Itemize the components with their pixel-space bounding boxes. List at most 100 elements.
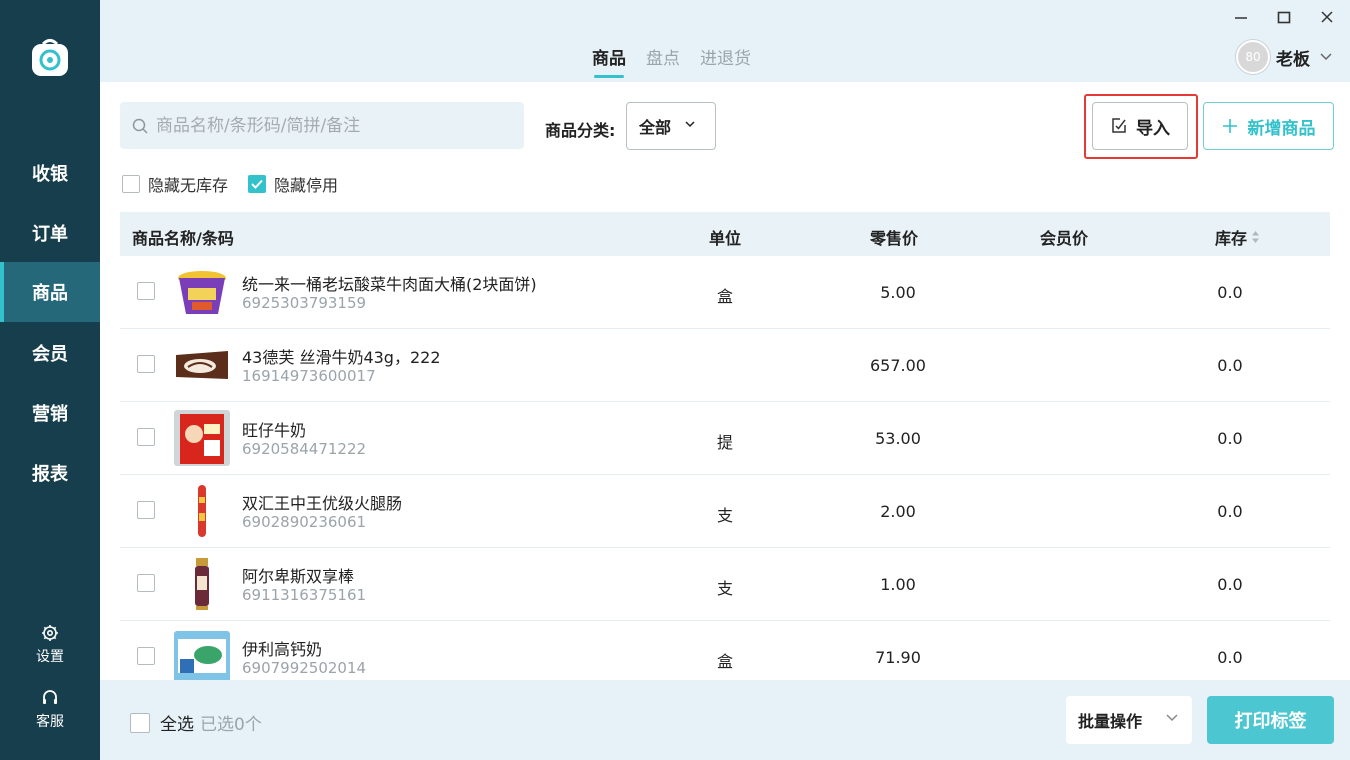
product-stock: 0.0 <box>1217 502 1243 521</box>
sidebar-item-orders[interactable]: 订单 <box>0 203 100 263</box>
sidebar-item-reports[interactable]: 报表 <box>0 443 100 503</box>
hide-no-stock-filter[interactable]: 隐藏无库存 <box>122 172 228 196</box>
sausage-icon <box>198 485 206 537</box>
table-row[interactable]: 统一来一桶老坛酸菜牛肉面大桶(2块面饼) 6925303793159 盒 5.0… <box>120 256 1330 329</box>
sidebar-item-members[interactable]: 会员 <box>0 323 100 383</box>
product-unit: 支 <box>716 506 733 525</box>
row-checkbox[interactable] <box>137 574 155 592</box>
col-retail-header: 零售价 <box>870 229 919 248</box>
select-all-toggle[interactable]: 全选 已选0个 <box>130 710 262 735</box>
hide-disabled-label: 隐藏停用 <box>274 176 339 195</box>
product-barcode: 16914973600017 <box>242 367 376 385</box>
product-unit: 盒 <box>716 652 733 671</box>
plus-icon <box>1222 119 1237 133</box>
tab-inventory-check[interactable]: 盘点 <box>646 44 680 69</box>
hide-no-stock-label: 隐藏无库存 <box>148 176 229 195</box>
product-stock: 0.0 <box>1217 356 1243 375</box>
avatar: 80 <box>1236 40 1270 74</box>
candy-stick-icon <box>195 558 209 610</box>
close-icon <box>1321 11 1333 23</box>
top-header: 商品 盘点 进退货 80 老板 <box>100 0 1350 82</box>
product-unit: 提 <box>716 433 733 452</box>
chevron-down-icon <box>1166 714 1178 722</box>
table-row[interactable]: 阿尔卑斯双享棒 6911316375161 支 1.00 0.0 <box>120 548 1330 621</box>
module-tabs: 商品 盘点 进退货 <box>592 44 751 78</box>
bottom-action-bar: 全选 已选0个 批量操作 打印标签 <box>100 680 1350 760</box>
maximize-icon <box>1277 11 1291 24</box>
hide-disabled-checkbox[interactable] <box>248 175 267 193</box>
sidebar-item-products[interactable]: 商品 <box>0 262 100 322</box>
product-retail-price: 71.90 <box>875 648 921 667</box>
product-thumbnail <box>174 264 230 320</box>
app-logo-icon <box>28 34 72 78</box>
product-thumbnail <box>174 337 230 393</box>
customer-service-button[interactable]: 客服 <box>0 689 100 731</box>
product-barcode: 6920584471222 <box>242 440 367 458</box>
print-labels-button[interactable]: 打印标签 <box>1207 696 1334 744</box>
settings-button[interactable]: 设置 <box>0 624 100 666</box>
add-product-button[interactable]: 新增商品 <box>1203 102 1334 150</box>
row-checkbox[interactable] <box>137 501 155 519</box>
product-stock: 0.0 <box>1217 429 1243 448</box>
noodle-cup-icon <box>178 271 226 314</box>
user-name: 老板 <box>1276 49 1310 70</box>
select-all-label: 全选 <box>160 715 194 735</box>
product-barcode: 6902890236061 <box>242 513 367 531</box>
sidebar: 收银 订单 商品 会员 营销 报表 设置 客服 <box>0 0 100 760</box>
product-stock: 0.0 <box>1217 283 1243 302</box>
sidebar-item-marketing[interactable]: 营销 <box>0 383 100 443</box>
search-input[interactable] <box>156 115 506 136</box>
product-barcode: 6925303793159 <box>242 294 367 312</box>
table-row[interactable]: 双汇王中王优级火腿肠 6902890236061 支 2.00 0.0 <box>120 475 1330 548</box>
select-all-checkbox[interactable] <box>130 712 150 733</box>
sidebar-item-checkout[interactable]: 收银 <box>0 143 100 203</box>
minimize-icon <box>1235 17 1247 19</box>
tab-products[interactable]: 商品 <box>592 44 626 78</box>
table-row[interactable]: 43德芙 丝滑牛奶43g，222 16914973600017 657.00 0… <box>120 329 1330 402</box>
category-value: 全部 <box>639 118 672 137</box>
import-button[interactable]: 导入 <box>1092 102 1188 150</box>
close-button[interactable] <box>1316 6 1338 28</box>
tab-purchase-return[interactable]: 进退货 <box>700 44 751 69</box>
product-barcode: 6911316375161 <box>242 586 367 604</box>
product-name: 阿尔卑斯双享棒 <box>242 567 355 586</box>
row-checkbox[interactable] <box>137 647 155 665</box>
milk-box-icon <box>174 410 230 466</box>
product-retail-price: 657.00 <box>870 356 926 375</box>
milk-carton-icon <box>174 631 230 680</box>
product-barcode: 6907992502014 <box>242 659 367 677</box>
product-thumbnail <box>174 556 230 612</box>
product-stock: 0.0 <box>1217 575 1243 594</box>
table-row[interactable]: 旺仔牛奶 6920584471222 提 53.00 0.0 <box>120 402 1330 475</box>
col-name-header: 商品名称/条码 <box>132 229 234 248</box>
add-product-label: 新增商品 <box>1247 118 1316 139</box>
col-stock-label: 库存 <box>1215 229 1248 248</box>
row-checkbox[interactable] <box>137 355 155 373</box>
col-unit-header: 单位 <box>709 229 742 248</box>
table-row[interactable]: 伊利高钙奶 6907992502014 盒 71.90 0.0 <box>120 621 1330 680</box>
search-icon <box>132 118 148 134</box>
hide-disabled-filter[interactable]: 隐藏停用 <box>248 172 338 196</box>
row-checkbox[interactable] <box>137 428 155 446</box>
minimize-button[interactable] <box>1230 6 1252 28</box>
maximize-button[interactable] <box>1273 6 1295 28</box>
product-unit: 盒 <box>716 287 733 306</box>
user-menu[interactable]: 80 老板 <box>1236 40 1332 74</box>
row-checkbox[interactable] <box>137 282 155 300</box>
search-box[interactable] <box>120 102 524 149</box>
settings-label: 设置 <box>36 649 64 665</box>
hide-no-stock-checkbox[interactable] <box>122 175 140 193</box>
category-select[interactable]: 全部 <box>626 102 716 150</box>
bulk-actions-select[interactable]: 批量操作 <box>1066 696 1192 744</box>
import-icon <box>1112 118 1126 133</box>
sort-icon <box>1252 231 1260 243</box>
col-member-header: 会员价 <box>1040 229 1089 248</box>
product-thumbnail <box>174 410 230 466</box>
chevron-down-icon <box>1320 53 1332 61</box>
col-stock-header[interactable]: 库存 <box>1215 225 1260 249</box>
product-list-panel: 商品分类: 全部 导入 新增商品 隐藏无库存 隐藏停用 商品名称/条码 单位 零… <box>100 82 1350 680</box>
service-label: 客服 <box>36 714 64 730</box>
product-stock: 0.0 <box>1217 648 1243 667</box>
selected-count: 已选0个 <box>200 715 262 735</box>
product-name: 伊利高钙奶 <box>242 640 323 659</box>
